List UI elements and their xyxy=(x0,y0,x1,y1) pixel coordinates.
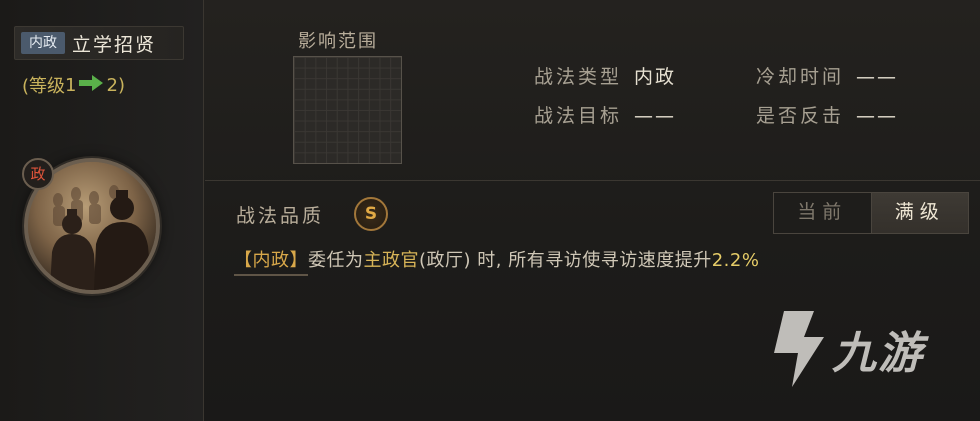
level-from: 1 xyxy=(65,74,77,96)
tab-current-level[interactable]: 当前 xyxy=(774,193,871,233)
skill-summary-panel: 内政 立学招贤 (等级 1 2 ) 政 xyxy=(0,0,204,421)
quality-grade-badge: S xyxy=(354,197,388,231)
arrow-right-icon xyxy=(78,74,104,96)
cooldown-label: 冷却时间 xyxy=(756,66,845,88)
politics-badge: 政 xyxy=(22,158,54,190)
counter-row: 是否反击 —— xyxy=(756,101,898,128)
jiuyou-logo-icon xyxy=(774,311,824,387)
cooldown-value: —— xyxy=(856,66,899,88)
skill-description: 【内政】委任为主政官(政厅) 时, 所有寻访使寻访速度提升2.2% xyxy=(234,246,760,276)
jiuyou-watermark: 九游 xyxy=(764,307,924,391)
skill-category-tag: 内政 xyxy=(21,32,65,54)
cooldown-row: 冷却时间 —— xyxy=(756,62,898,89)
skill-target-value: —— xyxy=(634,105,677,127)
counter-label: 是否反击 xyxy=(756,105,845,127)
description-tag: 【内政】 xyxy=(234,250,308,276)
skill-detail-panel: 内政 立学招贤 (等级 1 2 ) 政 影响范围 战法类型 内政 战法目标 ——… xyxy=(0,0,980,421)
level-suffix: ) xyxy=(117,74,125,96)
skill-type-row: 战法类型 内政 xyxy=(534,62,676,89)
level-to: 2 xyxy=(106,74,118,96)
skill-target-label: 战法目标 xyxy=(534,105,623,127)
tab-max-level[interactable]: 满级 xyxy=(870,193,968,233)
description-part2: (政厅) 时, 所有寻访使寻访速度提升 xyxy=(419,250,712,271)
influence-range-label: 影响范围 xyxy=(298,31,378,52)
level-prefix: (等级 xyxy=(22,76,66,97)
skill-target-row: 战法目标 —— xyxy=(534,101,676,128)
skill-quality-label: 战法品质 xyxy=(236,205,325,227)
description-value: 2.2% xyxy=(711,250,760,271)
skill-portrait: 政 xyxy=(16,150,164,298)
level-toggle: 当前 满级 xyxy=(773,192,969,234)
skill-type-label: 战法类型 xyxy=(534,66,623,88)
skill-name: 立学招贤 xyxy=(72,33,157,56)
section-divider xyxy=(205,180,980,181)
skill-name-plate: 内政 立学招贤 xyxy=(14,26,184,60)
description-part1: 委任为 xyxy=(308,250,364,271)
description-role: 主政官 xyxy=(363,250,419,271)
counter-value: —— xyxy=(856,105,899,127)
influence-range-grid xyxy=(293,56,402,164)
skill-level-upgrade: (等级 1 2 ) xyxy=(22,72,125,98)
skill-type-value: 内政 xyxy=(634,66,677,88)
watermark-text: 九游 xyxy=(832,328,924,379)
